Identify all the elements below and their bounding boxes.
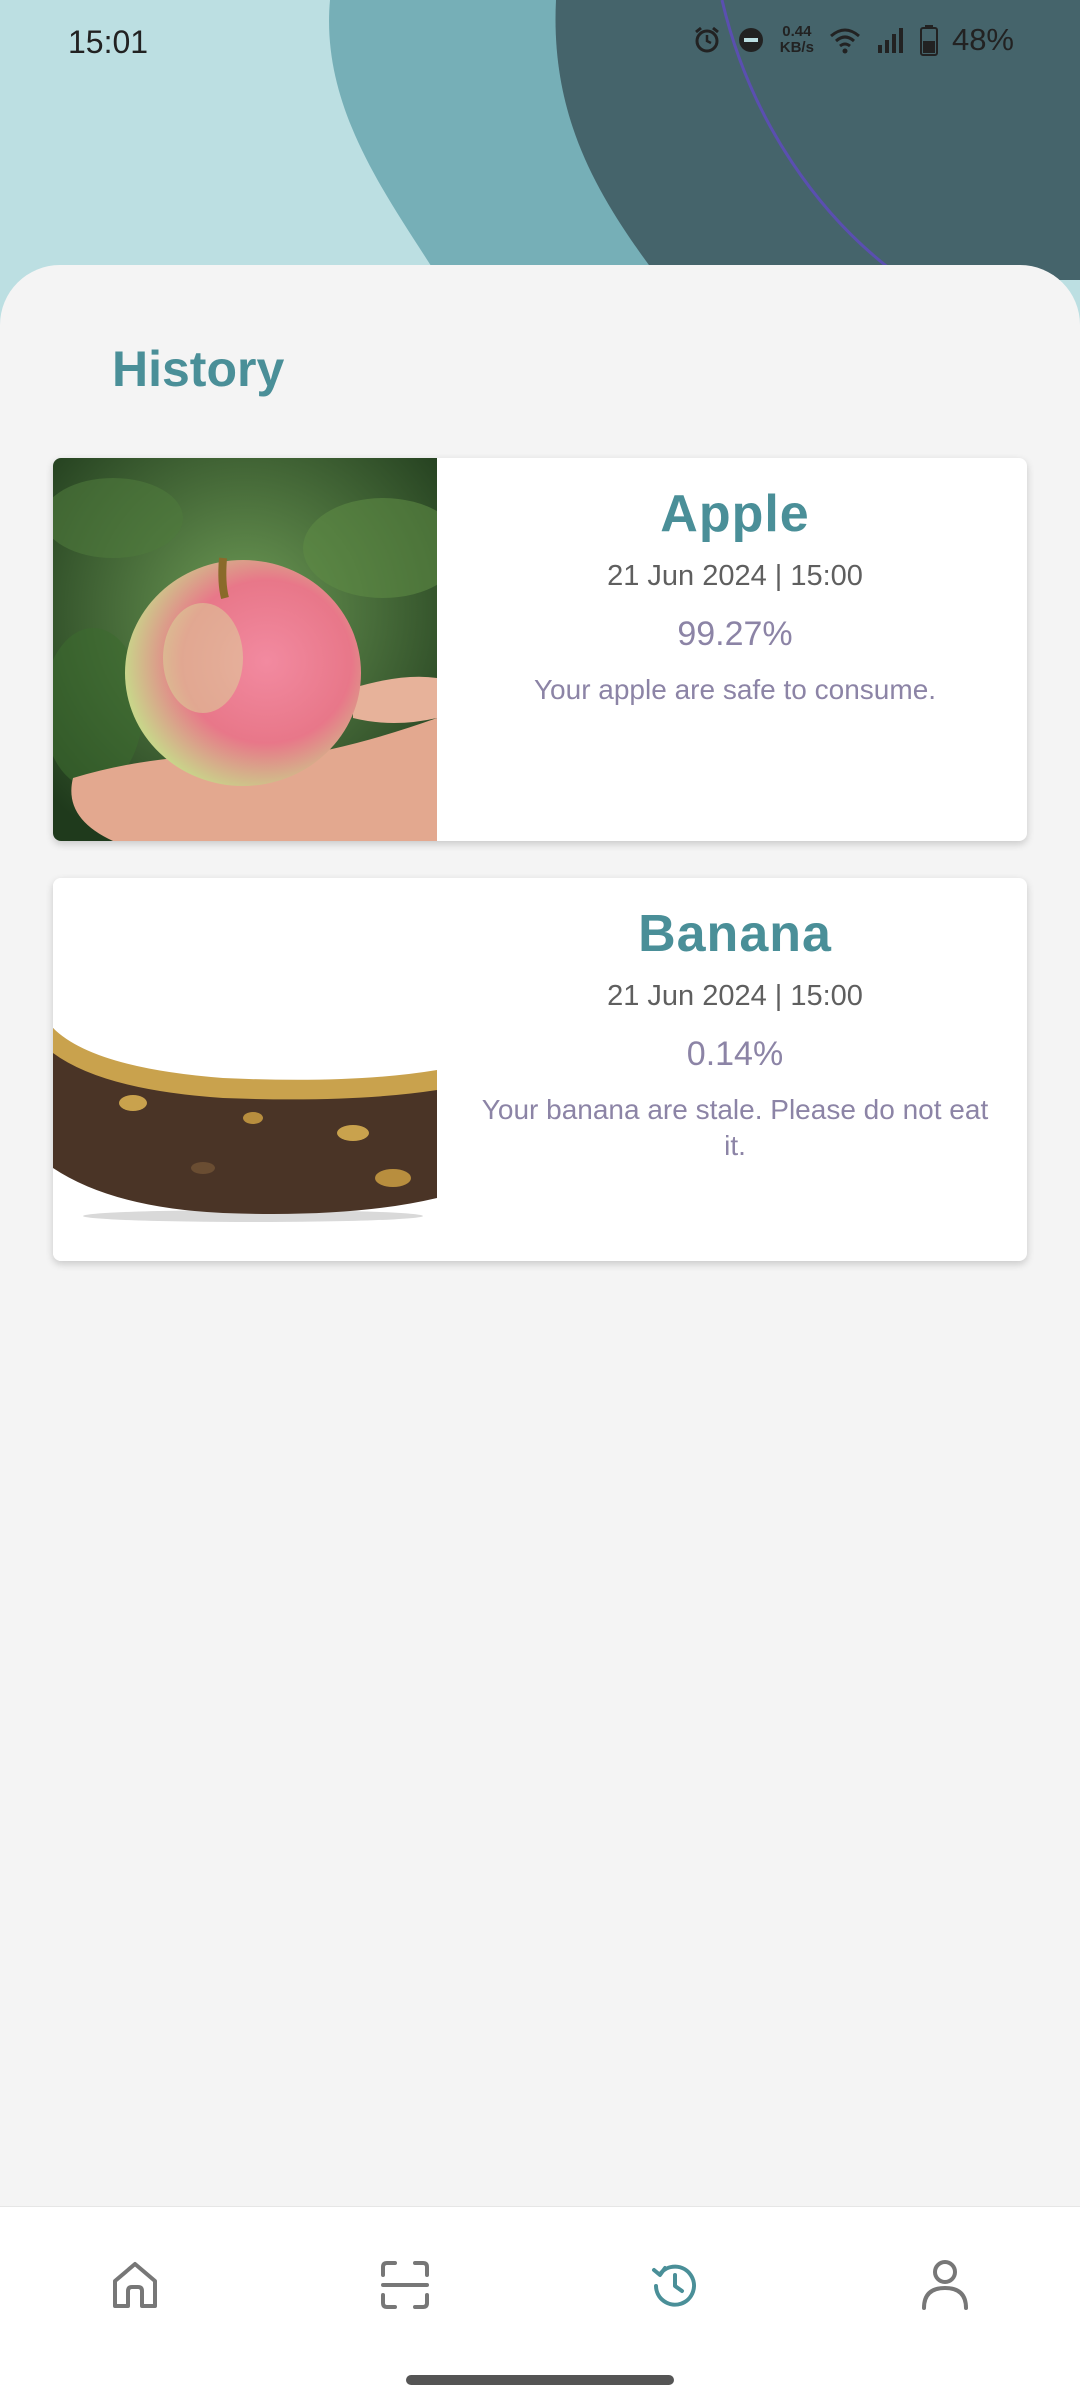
card-info: Banana 21 Jun 2024 | 15:00 0.14% Your ba… (467, 878, 1003, 1261)
scan-icon (381, 2261, 429, 2309)
alarm-icon (692, 25, 722, 55)
wifi-icon (828, 25, 862, 55)
status-icons: 0.44 KB/s 48% (692, 22, 1014, 58)
home-indicator[interactable] (406, 2375, 674, 2385)
history-icon (652, 2264, 696, 2307)
scan-datetime: 21 Jun 2024 | 15:00 (607, 560, 863, 592)
nav-history[interactable] (635, 2245, 715, 2325)
battery-icon (919, 24, 938, 56)
battery-percent: 48% (951, 22, 1014, 57)
nav-scan[interactable] (365, 2245, 445, 2325)
fruit-name: Banana (638, 905, 832, 963)
fruit-name: Apple (660, 485, 810, 543)
history-card-apple[interactable]: Apple 21 Jun 2024 | 15:00 99.27% Your ap… (53, 458, 1027, 841)
status-time: 15:01 (68, 24, 149, 60)
nav-profile[interactable] (905, 2245, 985, 2325)
home-icon (113, 2262, 157, 2308)
history-card-banana[interactable]: Banana 21 Jun 2024 | 15:00 0.14% Your ba… (53, 878, 1027, 1261)
signal-icon (876, 25, 906, 55)
bottom-navigation (0, 2206, 1080, 2405)
status-bar: 15:01 0.44 KB/s 48% (0, 0, 1080, 90)
page-title: History (112, 341, 285, 397)
freshness-percent: 99.27% (677, 615, 793, 653)
net-speed-unit: KB/s (779, 39, 814, 56)
net-speed: 0.44 KB/s (780, 24, 814, 56)
apple-photo (53, 458, 437, 841)
profile-icon (922, 2260, 968, 2310)
card-info: Apple 21 Jun 2024 | 15:00 99.27% Your ap… (467, 458, 1003, 841)
nav-home[interactable] (95, 2245, 175, 2325)
result-message: Your banana are stale. Please do not eat… (481, 1094, 989, 1161)
result-message: Your apple are safe to consume. (533, 674, 937, 705)
net-speed-value: 0.44 (782, 23, 812, 40)
banana-photo (53, 878, 437, 1261)
freshness-percent: 0.14% (686, 1035, 784, 1073)
scan-datetime: 21 Jun 2024 | 15:00 (607, 980, 863, 1012)
dnd-icon (736, 25, 766, 55)
